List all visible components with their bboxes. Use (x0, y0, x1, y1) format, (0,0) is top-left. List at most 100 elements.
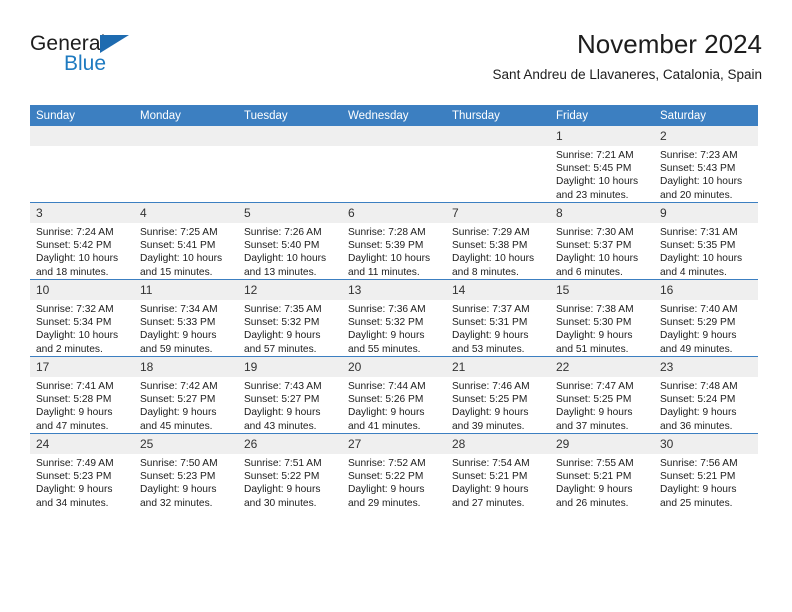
calendar-day-cell[interactable]: 2 Sunrise: 7:23 AM Sunset: 5:43 PM Daylight… (654, 126, 758, 203)
calendar-day-cell[interactable]: 27 Sunrise: 7:52 AM Sunset: 5:22 PM Dayligh… (342, 433, 446, 510)
day-number: 4 (134, 203, 238, 223)
calendar-day-cell[interactable]: 4 Sunrise: 7:25 AM Sunset: 5:41 PM Daylight… (134, 202, 238, 280)
day-number: 21 (446, 357, 550, 377)
calendar-day-cell[interactable]: 24 Sunrise: 7:49 AM Sunset: 5:23 PM Dayligh… (30, 433, 134, 510)
daylight-duration-line2: and 18 minutes. (36, 266, 109, 278)
calendar-day-cell[interactable]: 7 Sunrise: 7:29 AM Sunset: 5:38 PM Daylight… (446, 202, 550, 280)
daylight-duration-line2: and 32 minutes. (140, 497, 213, 509)
sunset-time: Sunset: 5:35 PM (660, 240, 736, 252)
daylight-duration-line1: Daylight: 9 hours (348, 330, 425, 342)
daylight-duration-line2: and 47 minutes. (36, 420, 109, 432)
daylight-duration-line1: Daylight: 9 hours (348, 484, 425, 496)
blue-triangle-icon (100, 35, 129, 53)
calendar-day-cell[interactable]: 10 Sunrise: 7:32 AM Sunset: 5:34 PM Dayligh… (30, 279, 134, 357)
day-number: 26 (238, 434, 342, 454)
day-number (342, 126, 446, 146)
sunset-time: Sunset: 5:34 PM (36, 317, 112, 329)
day-number (134, 126, 238, 146)
sunset-time: Sunset: 5:32 PM (244, 317, 320, 329)
calendar-day-cell[interactable]: 13 Sunrise: 7:36 AM Sunset: 5:32 PM Dayligh… (342, 279, 446, 357)
day-sun-info: Sunrise: 7:54 AM Sunset: 5:21 PM Daylight:… (446, 454, 550, 510)
calendar-day-cell-empty (30, 126, 134, 203)
daylight-duration-line2: and 26 minutes. (556, 497, 629, 509)
daylight-duration-line1: Daylight: 10 hours (452, 253, 535, 265)
calendar-day-cell[interactable]: 23 Sunrise: 7:48 AM Sunset: 5:24 PM Dayligh… (654, 356, 758, 434)
sunrise-time: Sunrise: 7:34 AM (140, 304, 218, 315)
calendar-day-cell[interactable]: 14 Sunrise: 7:37 AM Sunset: 5:31 PM Dayligh… (446, 279, 550, 357)
calendar-day-cell[interactable]: 21 Sunrise: 7:46 AM Sunset: 5:25 PM Dayligh… (446, 356, 550, 434)
sunrise-time: Sunrise: 7:36 AM (348, 304, 426, 315)
daylight-duration-line1: Daylight: 9 hours (36, 484, 113, 496)
day-sun-info: Sunrise: 7:49 AM Sunset: 5:23 PM Daylight:… (30, 454, 134, 510)
day-sun-info: Sunrise: 7:52 AM Sunset: 5:22 PM Daylight:… (342, 454, 446, 510)
sunrise-time: Sunrise: 7:51 AM (244, 458, 322, 469)
calendar-day-cell[interactable]: 15 Sunrise: 7:38 AM Sunset: 5:30 PM Dayligh… (550, 279, 654, 357)
daylight-duration-line1: Daylight: 10 hours (660, 253, 743, 265)
calendar-day-cell[interactable]: 5 Sunrise: 7:26 AM Sunset: 5:40 PM Daylight… (238, 202, 342, 280)
calendar-day-cell[interactable]: 17 Sunrise: 7:41 AM Sunset: 5:28 PM Dayligh… (30, 356, 134, 434)
daylight-duration-line1: Daylight: 10 hours (140, 253, 223, 265)
calendar-day-cell[interactable]: 29 Sunrise: 7:55 AM Sunset: 5:21 PM Dayligh… (550, 433, 654, 510)
daylight-duration-line1: Daylight: 10 hours (348, 253, 431, 265)
brand-logo[interactable]: General Blue (30, 32, 230, 88)
sunrise-time: Sunrise: 7:24 AM (36, 227, 114, 238)
calendar-day-cell[interactable]: 22 Sunrise: 7:47 AM Sunset: 5:25 PM Dayligh… (550, 356, 654, 434)
sunset-time: Sunset: 5:22 PM (244, 471, 320, 483)
day-sun-info: Sunrise: 7:55 AM Sunset: 5:21 PM Daylight:… (550, 454, 654, 510)
calendar-day-cell[interactable]: 12 Sunrise: 7:35 AM Sunset: 5:32 PM Dayligh… (238, 279, 342, 357)
calendar-day-cell-empty (238, 126, 342, 203)
sunrise-time: Sunrise: 7:37 AM (452, 304, 530, 315)
calendar-week-row: 3 Sunrise: 7:24 AM Sunset: 5:42 PM Daylight… (30, 202, 758, 280)
calendar-day-cell[interactable]: 28 Sunrise: 7:54 AM Sunset: 5:21 PM Dayligh… (446, 433, 550, 510)
sunset-time: Sunset: 5:45 PM (556, 163, 632, 175)
calendar-week-row: 24 Sunrise: 7:49 AM Sunset: 5:23 PM Dayligh… (30, 433, 758, 510)
sunset-time: Sunset: 5:37 PM (556, 240, 632, 252)
day-number: 24 (30, 434, 134, 454)
sunrise-time: Sunrise: 7:55 AM (556, 458, 634, 469)
calendar-day-cell[interactable]: 20 Sunrise: 7:44 AM Sunset: 5:26 PM Dayligh… (342, 356, 446, 434)
day-sun-info: Sunrise: 7:43 AM Sunset: 5:27 PM Daylight:… (238, 377, 342, 433)
day-number: 20 (342, 357, 446, 377)
day-sun-info: Sunrise: 7:35 AM Sunset: 5:32 PM Daylight:… (238, 300, 342, 356)
daylight-duration-line1: Daylight: 9 hours (140, 407, 217, 419)
day-sun-info: Sunrise: 7:42 AM Sunset: 5:27 PM Daylight:… (134, 377, 238, 433)
day-number: 25 (134, 434, 238, 454)
calendar-day-cell[interactable]: 1 Sunrise: 7:21 AM Sunset: 5:45 PM Daylight… (550, 126, 654, 203)
calendar-day-cell[interactable]: 9 Sunrise: 7:31 AM Sunset: 5:35 PM Daylight… (654, 202, 758, 280)
calendar-day-cell[interactable]: 3 Sunrise: 7:24 AM Sunset: 5:42 PM Daylight… (30, 202, 134, 280)
sunset-time: Sunset: 5:28 PM (36, 394, 112, 406)
calendar-day-cell[interactable]: 26 Sunrise: 7:51 AM Sunset: 5:22 PM Dayligh… (238, 433, 342, 510)
day-number: 9 (654, 203, 758, 223)
calendar-day-cell[interactable]: 18 Sunrise: 7:42 AM Sunset: 5:27 PM Dayligh… (134, 356, 238, 434)
calendar-day-cell[interactable]: 6 Sunrise: 7:28 AM Sunset: 5:39 PM Daylight… (342, 202, 446, 280)
daylight-duration-line1: Daylight: 10 hours (36, 253, 119, 265)
sunrise-time: Sunrise: 7:49 AM (36, 458, 114, 469)
daylight-duration-line1: Daylight: 9 hours (140, 484, 217, 496)
daylight-duration-line2: and 39 minutes. (452, 420, 525, 432)
daylight-duration-line1: Daylight: 9 hours (36, 407, 113, 419)
calendar-day-cell[interactable]: 19 Sunrise: 7:43 AM Sunset: 5:27 PM Dayligh… (238, 356, 342, 434)
weekday-header-monday: Monday (134, 105, 238, 126)
sunset-time: Sunset: 5:32 PM (348, 317, 424, 329)
day-sun-info: Sunrise: 7:46 AM Sunset: 5:25 PM Daylight:… (446, 377, 550, 433)
daylight-duration-line2: and 13 minutes. (244, 266, 317, 278)
day-sun-info: Sunrise: 7:36 AM Sunset: 5:32 PM Daylight:… (342, 300, 446, 356)
day-sun-info: Sunrise: 7:23 AM Sunset: 5:43 PM Daylight:… (654, 146, 758, 202)
daylight-duration-line2: and 45 minutes. (140, 420, 213, 432)
calendar-day-cell[interactable]: 25 Sunrise: 7:50 AM Sunset: 5:23 PM Dayligh… (134, 433, 238, 510)
sunrise-time: Sunrise: 7:56 AM (660, 458, 738, 469)
sunrise-time: Sunrise: 7:42 AM (140, 381, 218, 392)
calendar-page: General Blue November 2024 Sant Andreu d… (0, 0, 792, 612)
sunrise-time: Sunrise: 7:41 AM (36, 381, 114, 392)
daylight-duration-line1: Daylight: 9 hours (452, 484, 529, 496)
day-sun-info: Sunrise: 7:56 AM Sunset: 5:21 PM Daylight:… (654, 454, 758, 510)
calendar-day-cell[interactable]: 8 Sunrise: 7:30 AM Sunset: 5:37 PM Daylight… (550, 202, 654, 280)
daylight-duration-line1: Daylight: 9 hours (244, 330, 321, 342)
day-sun-info: Sunrise: 7:50 AM Sunset: 5:23 PM Daylight:… (134, 454, 238, 510)
daylight-duration-line1: Daylight: 9 hours (556, 330, 633, 342)
daylight-duration-line1: Daylight: 10 hours (244, 253, 327, 265)
weekday-header-sunday: Sunday (30, 105, 134, 126)
calendar-day-cell[interactable]: 11 Sunrise: 7:34 AM Sunset: 5:33 PM Dayligh… (134, 279, 238, 357)
calendar-day-cell[interactable]: 16 Sunrise: 7:40 AM Sunset: 5:29 PM Dayligh… (654, 279, 758, 357)
calendar-day-cell[interactable]: 30 Sunrise: 7:56 AM Sunset: 5:21 PM Dayligh… (654, 433, 758, 510)
